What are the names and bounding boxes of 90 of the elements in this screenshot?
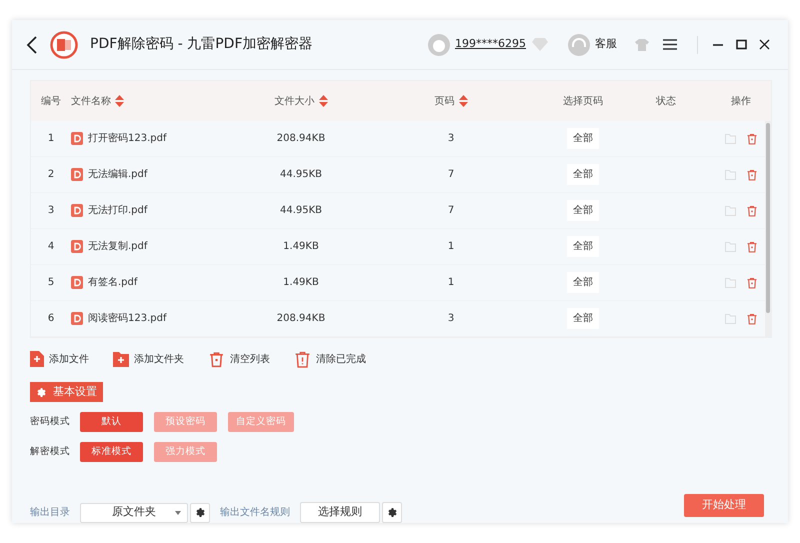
file-name: 阅读密码123.pdf: [88, 312, 166, 326]
column-header[interactable]: 页码: [434, 94, 454, 108]
delete-icon[interactable]: [746, 240, 758, 252]
row-number: 2: [48, 168, 54, 182]
delete-icon[interactable]: [746, 132, 758, 144]
settings-icon: [386, 507, 398, 518]
choose-rule-button[interactable]: 选择规则: [300, 502, 380, 523]
file-size: 44.95KB: [280, 204, 322, 218]
filename-rule-label: 输出文件名规则: [220, 506, 290, 520]
page-select-field[interactable]: 全部: [567, 164, 599, 185]
settings-icon: [36, 386, 47, 398]
page-count: 1: [448, 276, 454, 290]
dropdown-arrow-icon: [175, 510, 181, 514]
page-select-field[interactable]: 全部: [567, 200, 599, 221]
file-name: 有签名.pdf: [88, 276, 138, 290]
table-row[interactable]: 1 打开密码123.pdf 208.94KB 3 全部: [31, 121, 765, 157]
pdf-file-icon: [71, 312, 83, 325]
sort-icon[interactable]: [318, 95, 328, 107]
row-number: 6: [48, 312, 54, 326]
delete-icon[interactable]: [746, 276, 758, 288]
file-size: 208.94KB: [276, 312, 326, 326]
toolbar-button[interactable]: 清除已完成: [294, 350, 366, 368]
file-name: 无法复制.pdf: [88, 240, 148, 254]
row-number: 1: [48, 132, 54, 146]
mode-label: 解密模式: [30, 444, 71, 459]
file-size: 44.95KB: [280, 168, 322, 182]
settings-icon: [194, 507, 206, 518]
sort-icon[interactable]: [458, 95, 468, 107]
file-name: 打开密码123.pdf: [88, 132, 166, 146]
row-number: 3: [48, 204, 54, 218]
pdf-file-icon: [71, 240, 83, 253]
basic-settings-tab[interactable]: 基本设置: [30, 382, 103, 402]
table-row[interactable]: 6 阅读密码123.pdf 208.94KB 3 全部: [31, 301, 765, 337]
close-icon[interactable]: [759, 39, 770, 50]
table-row[interactable]: 5 有签名.pdf 1.49KB 1 全部: [31, 265, 765, 301]
page-count: 7: [448, 168, 454, 182]
support-label[interactable]: 客服: [595, 36, 617, 53]
pdf-file-icon: [71, 276, 83, 289]
trash-icon[interactable]: [208, 350, 225, 368]
toolbar-button[interactable]: 添加文件夹: [113, 352, 184, 366]
pdf-file-icon: [71, 132, 83, 145]
delete-icon[interactable]: [746, 168, 758, 180]
settings-button[interactable]: [190, 502, 210, 522]
settings-button[interactable]: [382, 502, 402, 523]
delete-icon[interactable]: [746, 312, 758, 324]
page-select-field[interactable]: 全部: [567, 236, 599, 257]
row-number: 5: [48, 276, 54, 290]
file-size: 1.49KB: [283, 240, 319, 254]
table-row[interactable]: 3 无法打印.pdf 44.95KB 7 全部: [31, 193, 765, 229]
toolbar-button[interactable]: 清空列表: [208, 350, 270, 368]
page-count: 3: [448, 312, 454, 326]
page-count: 3: [448, 132, 454, 146]
trash-icon: [294, 350, 311, 368]
table-row[interactable]: 4 无法复制.pdf 1.49KB 1 全部: [31, 229, 765, 265]
column-header: 状态: [656, 94, 676, 108]
app-logo-icon: [50, 30, 78, 58]
table-row[interactable]: 2 无法编辑.pdf 44.95KB 7 全部: [31, 157, 765, 193]
back-icon[interactable]: [26, 34, 38, 54]
column-header: 操作: [731, 94, 751, 108]
file-name: 无法打印.pdf: [88, 204, 148, 218]
user-link[interactable]: 199****6295: [455, 36, 526, 53]
add-folder-icon: [113, 352, 129, 366]
column-header: 选择页码: [563, 94, 603, 108]
output-dir-dropdown[interactable]: 原文件夹: [80, 502, 188, 522]
row-number: 4: [48, 240, 54, 254]
menu-icon[interactable]: [663, 39, 677, 50]
column-header[interactable]: 文件名称: [71, 94, 111, 108]
mode-label: 密码模式: [30, 414, 71, 429]
mode-option[interactable]: 默认: [80, 412, 143, 432]
column-header[interactable]: 文件大小: [274, 94, 314, 108]
page-count: 7: [448, 204, 454, 218]
delete-icon[interactable]: [746, 204, 758, 216]
pdf-file-icon: [71, 204, 83, 217]
page-select-field[interactable]: 全部: [567, 308, 599, 329]
scrollbar[interactable]: [765, 121, 771, 337]
column-header: 编号: [41, 94, 61, 108]
page-count: 1: [448, 240, 454, 254]
add-file-icon: [30, 351, 44, 367]
file-size: 208.94KB: [276, 132, 326, 146]
file-name: 无法编辑.pdf: [88, 168, 148, 182]
sort-icon[interactable]: [115, 95, 124, 107]
pdf-file-icon: [71, 168, 83, 181]
maximize-icon[interactable]: [736, 39, 747, 50]
toolbar-button[interactable]: 添加文件: [30, 351, 89, 367]
output-dir-label: 输出目录: [30, 506, 70, 520]
page-select-field[interactable]: 全部: [567, 272, 599, 293]
mode-option[interactable]: 标准模式: [80, 442, 143, 462]
window-title: PDF解除密码 - 九雷PDF加密解密器: [90, 35, 313, 54]
file-size: 1.49KB: [283, 276, 319, 290]
page-select-field[interactable]: 全部: [567, 128, 599, 149]
